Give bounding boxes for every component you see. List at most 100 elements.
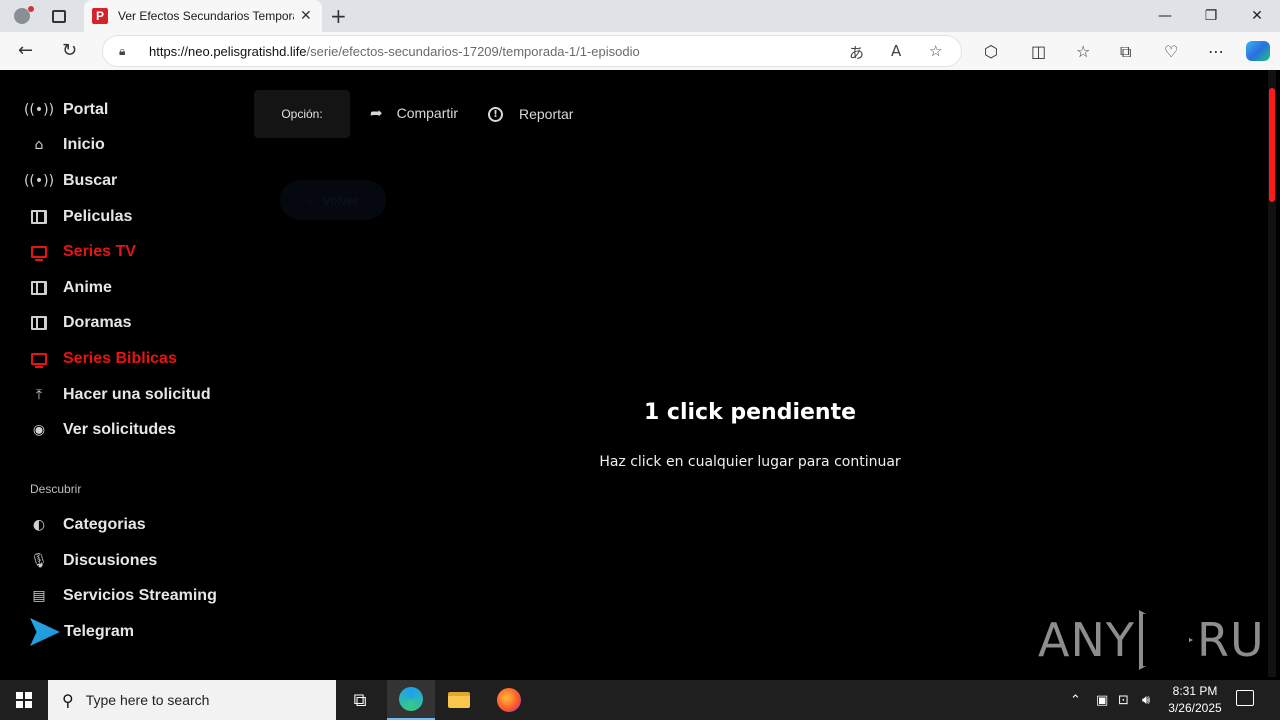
profile-button[interactable] xyxy=(0,0,44,32)
url-path: /serie/efectos-secundarios-17209/tempora… xyxy=(306,43,640,59)
web-page: ((•)) Portal ⌂ Inicio ((•)) Buscar Pelic… xyxy=(4,70,1276,677)
sidebar-item-label: Doramas xyxy=(63,314,132,331)
sidebar-item-label: Buscar xyxy=(63,172,118,189)
scrollbar-thumb[interactable] xyxy=(1269,88,1275,202)
favorite-star-icon[interactable]: ☆ xyxy=(929,42,942,60)
sidebar-item-discusiones[interactable]: 🎙︎ Discusiones xyxy=(30,549,157,573)
sidebar-item-label: Series Biblicas xyxy=(63,350,177,367)
chevron-left-icon: ‹ xyxy=(307,192,313,208)
extensions-icon[interactable]: ⬡ xyxy=(984,42,998,61)
sidebar-item-label: Ver solicitudes xyxy=(63,421,176,438)
tray-device-icon[interactable]: ▣ xyxy=(1096,680,1108,720)
refresh-icon[interactable]: ↻ xyxy=(62,40,77,61)
sidebar-item-label: Discusiones xyxy=(63,552,158,569)
url-host: https://neo.pelisgratishd.life xyxy=(149,43,307,59)
sidebar-item-peliculas[interactable]: Peliculas xyxy=(30,205,132,229)
sidebar-item-inicio[interactable]: ⌂ Inicio xyxy=(30,133,105,157)
watermark-right: RUN xyxy=(1196,613,1276,667)
watermark-left: ANY xyxy=(1038,613,1135,667)
notification-dot xyxy=(28,6,34,12)
eye-icon: ◉ xyxy=(32,422,46,438)
taskbar-file-explorer[interactable] xyxy=(435,680,483,720)
broadcast-icon: ((•)) xyxy=(23,173,55,189)
sidebar-item-series-biblicas[interactable]: Series Biblicas xyxy=(30,347,177,371)
sidebar-item-servicios-streaming[interactable]: ▤ Servicios Streaming xyxy=(30,584,216,608)
start-button[interactable] xyxy=(0,680,48,720)
network-icon[interactable]: ⊡ xyxy=(1118,680,1129,720)
windows-logo-icon xyxy=(16,692,32,708)
page-scrollbar[interactable] xyxy=(1268,70,1276,677)
browser-tab-active[interactable]: P Ver Efectos Secundarios Tempora ✕ xyxy=(84,0,322,32)
sidebar-item-telegram[interactable]: Telegram xyxy=(30,618,134,646)
close-window-button[interactable]: ✕ xyxy=(1234,0,1280,32)
report-label: Reportar xyxy=(519,106,574,122)
tab-actions-icon xyxy=(52,9,66,23)
sidebar-item-label: Series TV xyxy=(63,243,136,260)
sidebar-item-categorias[interactable]: ◐ Categorias xyxy=(30,513,146,537)
copilot-icon[interactable] xyxy=(1246,41,1270,61)
sidebar-item-anime[interactable]: Anime xyxy=(30,276,112,300)
sidebar-item-label: Inicio xyxy=(63,136,105,153)
sidebar-item-label: Portal xyxy=(63,101,109,118)
lock-icon[interactable]: 🔒︎ xyxy=(119,44,133,58)
address-bar[interactable]: 🔒︎ https://neo.pelisgratishd.life/serie/… xyxy=(102,35,962,67)
tray-chevron-icon[interactable]: ⌃ xyxy=(1070,680,1081,720)
share-button[interactable]: ➦ Compartir xyxy=(370,104,458,122)
notifications-icon[interactable] xyxy=(1236,690,1254,706)
sidebar-item-series-tv[interactable]: Series TV xyxy=(30,240,136,264)
sidebar-item-portal[interactable]: ((•)) Portal xyxy=(23,98,109,122)
sidebar-item-label: Anime xyxy=(63,279,112,296)
favorites-icon[interactable]: ☆ xyxy=(1076,42,1090,61)
minimize-button[interactable]: — xyxy=(1142,0,1188,32)
broadcast-icon: ((•)) xyxy=(23,102,55,118)
taskbar-edge[interactable] xyxy=(387,680,435,720)
browser-tab-bar: P Ver Efectos Secundarios Tempora ✕ + — … xyxy=(0,0,1280,32)
click-overlay-title: 1 click pendiente xyxy=(643,400,857,425)
sidebar-item-label: Categorias xyxy=(63,516,146,533)
sidebar-item-label: Telegram xyxy=(64,623,134,640)
sidebar-item-doramas[interactable]: Doramas xyxy=(30,311,131,335)
taskbar-search[interactable]: ⚲ Type here to search xyxy=(48,680,336,720)
upload-icon: ⤒ xyxy=(35,387,43,403)
search-placeholder: Type here to search xyxy=(85,692,210,708)
read-aloud-icon[interactable]: A xyxy=(891,42,901,60)
share-label: Compartir xyxy=(396,105,459,121)
sidebar-item-buscar[interactable]: ((•)) Buscar xyxy=(23,169,118,193)
performance-icon[interactable]: ♡ xyxy=(1164,42,1178,61)
window-controls: — ❐ ✕ xyxy=(1142,0,1280,32)
back-button[interactable]: ‹ Volver xyxy=(280,180,386,220)
firefox-icon xyxy=(497,688,521,712)
collections-icon[interactable]: ⧉ xyxy=(1120,42,1131,62)
back-label: Volver xyxy=(322,192,359,208)
translate-icon[interactable]: あ xyxy=(849,42,864,63)
clock-time: 8:31 PM xyxy=(1172,684,1218,698)
tab-actions-button[interactable] xyxy=(44,0,74,32)
discover-section-title: Descubrir xyxy=(30,482,82,496)
taskbar-clock[interactable]: 8:31 PM 3/26/2025 xyxy=(1162,683,1228,717)
windows-taskbar: ⚲ Type here to search ⧉ ⌃ ▣ ⊡ 🔊︎ 8:31 PM… xyxy=(0,680,1280,720)
half-circle-icon: ◐ xyxy=(32,517,46,533)
split-screen-icon[interactable]: ◫ xyxy=(1031,42,1046,61)
click-overlay-subtitle: Haz click en cualquier lugar para contin… xyxy=(599,454,901,470)
taskbar-firefox[interactable] xyxy=(485,680,533,720)
more-menu-icon[interactable]: ⋯ xyxy=(1208,42,1224,61)
task-view-button[interactable]: ⧉ xyxy=(336,680,384,720)
restore-button[interactable]: ❐ xyxy=(1188,0,1234,32)
alert-circle-icon: ! xyxy=(488,106,503,122)
sidebar-item-hacer-solicitud[interactable]: ⤒ Hacer una solicitud xyxy=(30,383,211,407)
option-selector[interactable]: Opción: xyxy=(254,90,350,138)
search-icon: ⚲ xyxy=(62,690,74,710)
back-arrow-icon[interactable]: ← xyxy=(18,40,33,61)
film-icon xyxy=(30,314,48,332)
site-favicon-icon: P xyxy=(92,8,108,24)
watermark-play-icon xyxy=(1138,610,1193,670)
volume-icon[interactable]: 🔊︎ xyxy=(1142,680,1150,720)
new-tab-button[interactable]: + xyxy=(330,4,347,28)
home-icon: ⌂ xyxy=(34,137,44,153)
report-button[interactable]: ! Reportar xyxy=(488,106,573,122)
tv-icon xyxy=(30,243,48,261)
sidebar-item-label: Hacer una solicitud xyxy=(63,386,211,403)
tv-icon xyxy=(30,350,48,368)
tab-close-icon[interactable]: ✕ xyxy=(300,8,312,24)
sidebar-item-ver-solicitudes[interactable]: ◉ Ver solicitudes xyxy=(30,418,176,442)
